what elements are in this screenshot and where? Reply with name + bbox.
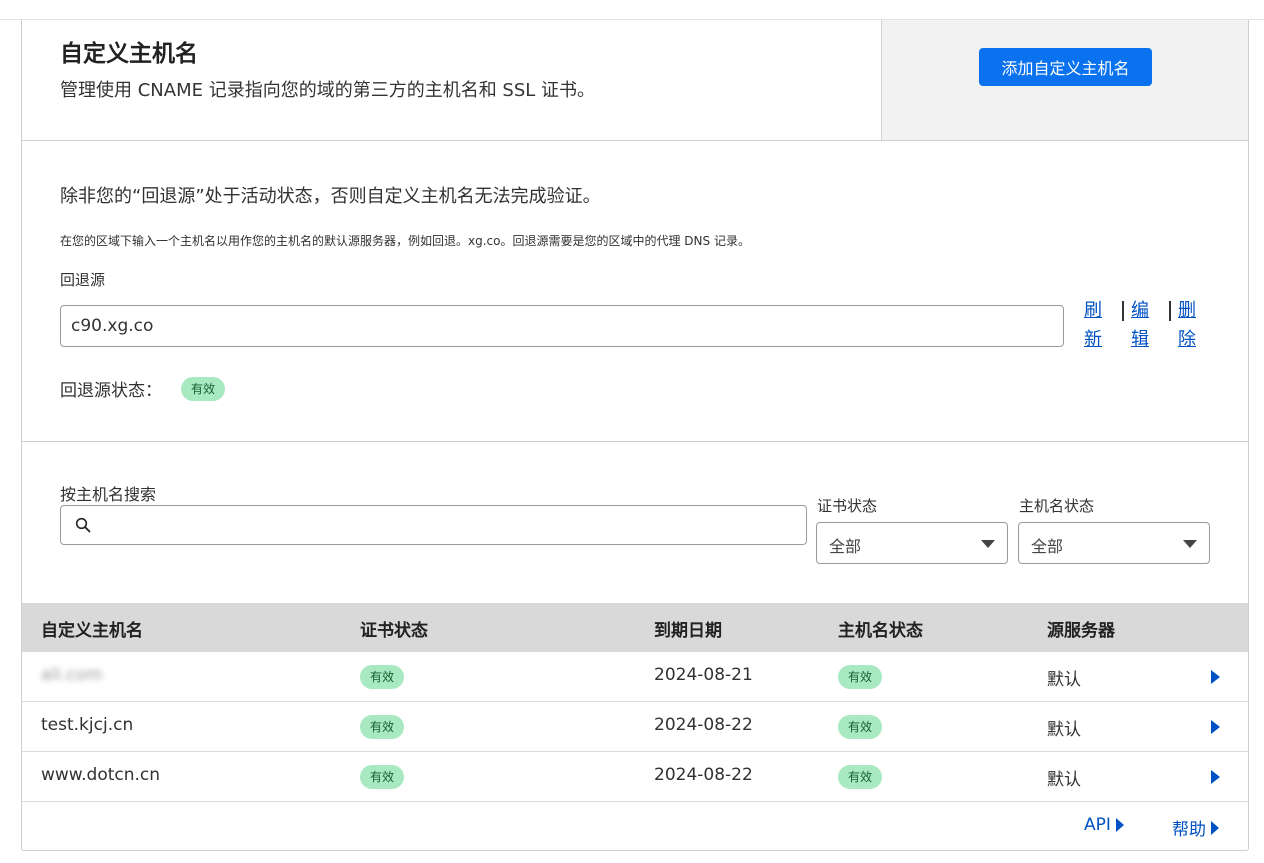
search-box[interactable] (60, 505, 807, 545)
expand-row-icon[interactable] (1211, 670, 1220, 684)
row-origin: 默认 (1047, 720, 1081, 740)
row-cert-status-badge: 有效 (360, 765, 405, 789)
hostnames-table: 自定义主机名 证书状态 到期日期 主机名状态 源服务器 ali.com 有效 2… (22, 603, 1248, 802)
chevron-down-icon (981, 540, 995, 548)
api-link[interactable]: API (1084, 815, 1124, 835)
table-row[interactable]: test.kjcj.cn 有效 2024-08-22 有效 默认 (22, 702, 1248, 752)
page-description: 管理使用 CNAME 记录指向您的域的第三方的主机名和 SSL 证书。 (60, 80, 596, 101)
row-hostname: www.dotcn.cn (41, 765, 161, 785)
fallback-status-badge: 有效 (181, 377, 226, 401)
cert-status-label: 证书状态 (817, 497, 878, 515)
row-origin: 默认 (1047, 770, 1081, 790)
row-cert-status-badge: 有效 (360, 715, 405, 739)
search-icon (75, 517, 91, 533)
column-header-hostname-status: 主机名状态 (838, 621, 923, 641)
row-expiry: 2024-08-21 (654, 665, 753, 685)
cert-status-select[interactable]: 全部 (816, 522, 1008, 564)
row-hostname: test.kjcj.cn (41, 715, 134, 735)
table-row[interactable]: www.dotcn.cn 有效 2024-08-22 有效 默认 (22, 752, 1248, 802)
hostname-status-select[interactable]: 全部 (1018, 522, 1210, 564)
fallback-actions: 刷新 编辑 删除 (1082, 296, 1198, 354)
chevron-down-icon (1183, 540, 1197, 548)
table-header: 自定义主机名 证书状态 到期日期 主机名状态 源服务器 (22, 603, 1248, 652)
fallback-status-label: 回退源状态： (60, 381, 162, 401)
expand-row-icon[interactable] (1211, 770, 1220, 784)
row-hostname-status-badge: 有效 (838, 665, 883, 689)
row-expiry: 2024-08-22 (654, 715, 753, 735)
search-label: 按主机名搜索 (60, 485, 157, 504)
row-hostname: ali.com (41, 665, 103, 685)
header-actions: 添加自定义主机名 (881, 20, 1248, 140)
hostname-status-label: 主机名状态 (1019, 497, 1095, 515)
fallback-help-text: 在您的区域下输入一个主机名以用作您的主机名的默认源服务器，例如回退。xg.co。… (60, 234, 750, 248)
custom-hostnames-card: 自定义主机名 管理使用 CNAME 记录指向您的域的第三方的主机名和 SSL 证… (21, 20, 1249, 851)
help-link-label: 帮助 (1172, 820, 1206, 840)
card-header: 自定义主机名 管理使用 CNAME 记录指向您的域的第三方的主机名和 SSL 证… (22, 20, 1248, 141)
help-link[interactable]: 帮助 (1172, 815, 1219, 840)
fallback-origin-section: 除非您的“回退源”处于活动状态，否则自定义主机名无法完成验证。 在您的区域下输入… (22, 141, 1248, 442)
separator (1122, 301, 1124, 321)
delete-link[interactable]: 删除 (1176, 296, 1198, 354)
fallback-warning: 除非您的“回退源”处于活动状态，否则自定义主机名无法完成验证。 (60, 186, 601, 207)
hostname-status-value: 全部 (1031, 537, 1064, 556)
fallback-origin-label: 回退源 (60, 271, 106, 289)
row-expiry: 2024-08-22 (654, 765, 753, 785)
cert-status-value: 全部 (829, 537, 862, 556)
expand-row-icon[interactable] (1211, 720, 1220, 734)
header-main: 自定义主机名 管理使用 CNAME 记录指向您的域的第三方的主机名和 SSL 证… (22, 20, 881, 140)
row-hostname-status-badge: 有效 (838, 765, 883, 789)
column-header-hostname: 自定义主机名 (41, 621, 143, 641)
column-header-expiry: 到期日期 (654, 621, 722, 641)
column-header-origin: 源服务器 (1047, 621, 1115, 641)
row-origin: 默认 (1047, 670, 1081, 690)
row-cert-status-badge: 有效 (360, 665, 405, 689)
row-hostname-status-badge: 有效 (838, 715, 883, 739)
caret-right-icon (1211, 820, 1219, 835)
search-input[interactable] (99, 510, 799, 540)
api-link-label: API (1084, 815, 1111, 835)
fallback-origin-input[interactable] (60, 305, 1064, 347)
add-custom-hostname-button[interactable]: 添加自定义主机名 (979, 48, 1152, 86)
edit-link[interactable]: 编辑 (1129, 296, 1151, 354)
caret-right-icon (1115, 818, 1124, 832)
table-row[interactable]: ali.com 有效 2024-08-21 有效 默认 (22, 652, 1248, 702)
separator (1169, 301, 1171, 321)
column-header-cert-status: 证书状态 (360, 621, 428, 641)
page-title: 自定义主机名 (60, 41, 198, 67)
refresh-link[interactable]: 刷新 (1082, 296, 1104, 354)
